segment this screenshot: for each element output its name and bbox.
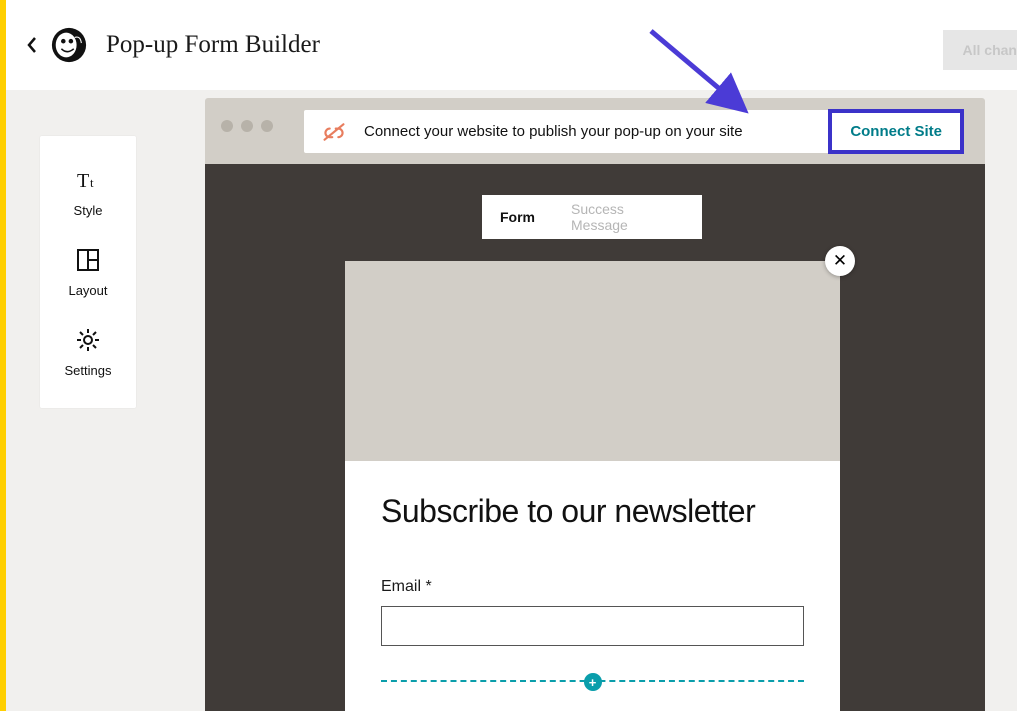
side-panel: T t Style Layout Sett <box>40 136 136 408</box>
browser-dot <box>221 120 233 132</box>
mailchimp-logo-icon <box>50 26 88 64</box>
close-button[interactable]: ✕ <box>825 246 855 276</box>
svg-text:T: T <box>77 170 89 192</box>
add-field-button[interactable]: + <box>584 673 602 691</box>
tab-success-message[interactable]: Success Message <box>553 201 702 233</box>
popup-image-placeholder[interactable] <box>345 261 840 461</box>
popup-heading[interactable]: Subscribe to our newsletter <box>381 493 804 530</box>
sidebar-item-settings[interactable]: Settings <box>65 327 112 378</box>
app-header: Pop-up Form Builder All chan <box>6 0 1017 90</box>
sidebar-item-layout[interactable]: Layout <box>68 247 107 298</box>
tab-strip: Form Success Message <box>482 195 702 239</box>
browser-dots <box>221 120 273 132</box>
browser-dot <box>261 120 273 132</box>
popup-card: ✕ Subscribe to our newsletter Email * + <box>345 261 840 711</box>
popup-body: Subscribe to our newsletter Email * + <box>345 461 840 682</box>
type-icon: T t <box>75 167 101 193</box>
preview-browser-shell: Connect your website to publish your pop… <box>205 98 985 711</box>
all-changes-button[interactable]: All chan <box>943 30 1017 70</box>
add-field-divider: + <box>381 680 804 682</box>
sidebar-item-label: Style <box>74 203 103 218</box>
preview-backdrop: Form Success Message ✕ Subscribe to our … <box>205 164 985 711</box>
email-field[interactable] <box>381 606 804 646</box>
connect-bar: Connect your website to publish your pop… <box>304 110 964 153</box>
tab-form[interactable]: Form <box>482 209 553 225</box>
plus-icon: + <box>589 675 597 690</box>
gear-icon <box>75 327 101 353</box>
browser-dot <box>241 120 253 132</box>
connect-site-button[interactable]: Connect Site <box>828 109 964 154</box>
sidebar-item-label: Settings <box>65 363 112 378</box>
close-icon: ✕ <box>833 251 847 271</box>
sidebar-item-style[interactable]: T t Style <box>74 167 103 218</box>
back-chevron-icon[interactable] <box>26 36 38 54</box>
email-label: Email * <box>381 578 804 596</box>
sidebar-item-label: Layout <box>68 283 107 298</box>
unlink-icon <box>322 122 346 142</box>
connect-message: Connect your website to publish your pop… <box>364 123 828 140</box>
layout-icon <box>75 247 101 273</box>
content-area: T t Style Layout Sett <box>6 90 1017 711</box>
page-title: Pop-up Form Builder <box>106 31 320 59</box>
svg-text:t: t <box>90 175 94 190</box>
